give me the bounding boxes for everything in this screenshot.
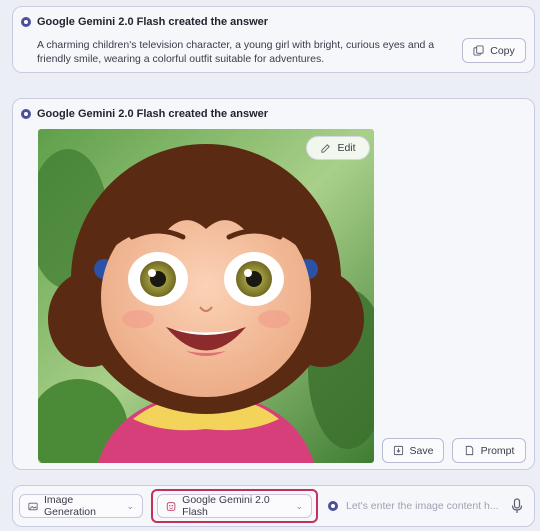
text-answer-card: Google Gemini 2.0 Flash created the answ… (12, 6, 535, 73)
save-button[interactable]: Save (382, 438, 444, 463)
model-icon (166, 501, 176, 511)
image-answer-header: Google Gemini 2.0 Flash created the answ… (21, 108, 268, 120)
chevron-down-icon: ⌄ (295, 500, 303, 511)
edit-label: Edit (337, 142, 356, 154)
edit-button[interactable]: Edit (306, 136, 370, 160)
image-icon (28, 502, 38, 510)
copy-button[interactable]: Copy (462, 38, 526, 63)
mode-label: Image Generation (44, 494, 96, 518)
image-answer-card: Google Gemini 2.0 Flash created the answ… (12, 98, 535, 470)
prompt-button[interactable]: Prompt (452, 438, 526, 463)
cartoon-girl-illustration (38, 129, 374, 463)
edit-icon (321, 143, 331, 153)
radio-dot-icon (328, 501, 338, 511)
answer-text: A charming children's television charact… (37, 39, 435, 65)
document-icon (465, 445, 473, 456)
radio-dot-icon (21, 17, 31, 27)
save-label: Save (409, 444, 434, 457)
save-icon (393, 445, 403, 456)
prompt-input[interactable] (346, 497, 506, 515)
microphone-icon[interactable] (510, 498, 524, 514)
image-answer-header-label: Google Gemini 2.0 Flash created the answ… (37, 108, 269, 120)
generated-image[interactable] (38, 129, 374, 463)
input-toolbar: Image Generation ⌄ Google Gemini 2.0 Fla… (12, 485, 535, 527)
copy-icon (473, 45, 484, 56)
answer-header-label: Google Gemini 2.0 Flash created the answ… (37, 16, 269, 28)
copy-label: Copy (490, 44, 515, 57)
radio-dot-icon (21, 109, 31, 119)
prompt-label: Prompt (480, 444, 515, 457)
answer-header: Google Gemini 2.0 Flash created the answ… (21, 16, 268, 28)
model-selector[interactable]: Google Gemini 2.0 Flash ⌄ (157, 494, 312, 518)
model-label: Google Gemini 2.0 Flash (182, 494, 270, 518)
mode-selector[interactable]: Image Generation ⌄ (19, 494, 143, 518)
chevron-down-icon: ⌄ (126, 500, 134, 511)
